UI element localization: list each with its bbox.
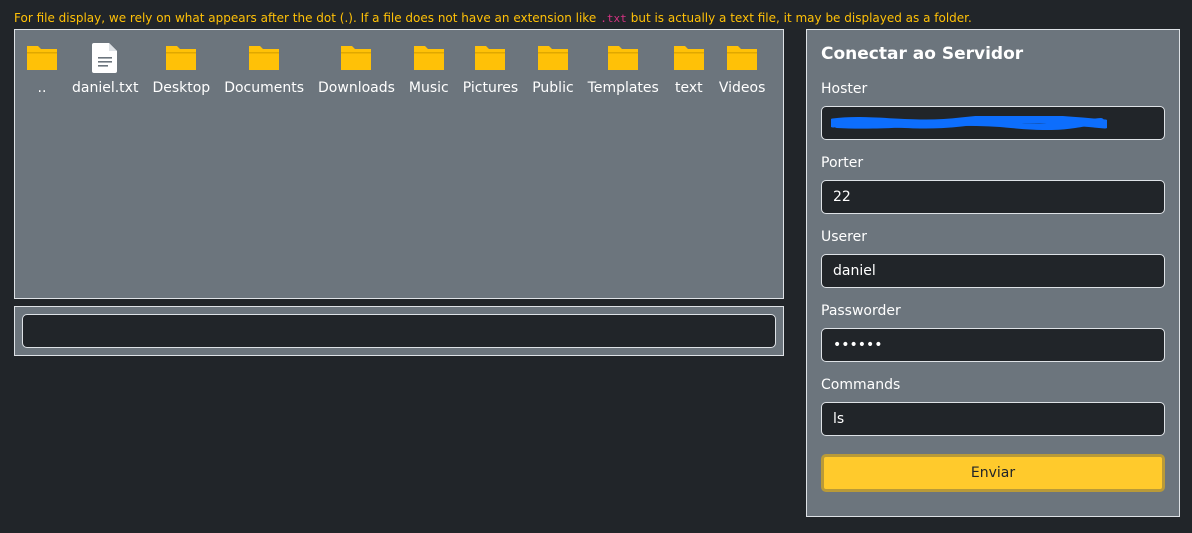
file-name: ..: [37, 80, 47, 96]
folder-icon: [26, 42, 58, 74]
connection-title: Conectar ao Servidor: [821, 44, 1024, 64]
notice-text-before: For file display, we rely on what appear…: [14, 11, 597, 25]
file-item[interactable]: text: [673, 42, 705, 96]
file-item[interactable]: Templates: [588, 42, 659, 96]
file-item[interactable]: Videos: [718, 42, 766, 96]
output-panel: [14, 306, 784, 356]
folder-icon: [726, 42, 758, 74]
port-label: Porter: [821, 155, 864, 171]
file-item[interactable]: Documents: [224, 42, 304, 96]
file-name: Documents: [224, 80, 305, 96]
file-name: Downloads: [318, 80, 395, 96]
folder-icon: [474, 42, 506, 74]
file-browser-panel: .. daniel.txt Desktop Documents Downloads Mus…: [14, 29, 784, 299]
port-input[interactable]: [821, 180, 1165, 214]
connection-panel: Conectar ao Servidor Hoster Porter Usere…: [806, 29, 1180, 517]
file-item[interactable]: daniel.txt: [72, 42, 138, 96]
command-input[interactable]: [821, 402, 1165, 436]
file-name: Videos: [718, 80, 766, 96]
host-input[interactable]: [821, 106, 1165, 140]
user-input[interactable]: [821, 254, 1165, 288]
output-field[interactable]: [22, 314, 776, 348]
text-file-icon: [89, 42, 121, 74]
notice-text-after: but is actually a text file, it may be d…: [630, 11, 972, 25]
file-item[interactable]: Desktop: [152, 42, 210, 96]
folder-icon: [413, 42, 445, 74]
file-name: Public: [532, 80, 574, 96]
password-label: Passworder: [821, 303, 901, 319]
file-name: Music: [408, 80, 449, 96]
folder-icon: [607, 42, 639, 74]
password-input[interactable]: [821, 328, 1165, 362]
submit-button[interactable]: Enviar: [821, 454, 1165, 492]
file-display-notice: For file display, we rely on what appear…: [14, 11, 972, 25]
file-item[interactable]: Downloads: [318, 42, 395, 96]
file-item[interactable]: Pictures: [463, 42, 518, 96]
file-name: text: [675, 80, 703, 96]
command-label: Commands: [821, 377, 901, 393]
folder-icon: [537, 42, 569, 74]
file-item[interactable]: ..: [26, 42, 58, 96]
folder-icon: [673, 42, 705, 74]
file-name: Templates: [587, 80, 659, 96]
file-item[interactable]: Music: [409, 42, 449, 96]
file-item[interactable]: Public: [532, 42, 574, 96]
notice-code: .txt: [600, 12, 627, 25]
folder-icon: [165, 42, 197, 74]
host-label: Hoster: [821, 81, 868, 97]
file-name: Desktop: [152, 80, 211, 96]
user-label: Userer: [821, 229, 867, 245]
file-list: .. daniel.txt Desktop Documents Downloads Mus…: [15, 30, 783, 96]
folder-icon: [340, 42, 372, 74]
file-name: Pictures: [462, 80, 519, 96]
file-name: daniel.txt: [72, 80, 139, 96]
folder-icon: [248, 42, 280, 74]
